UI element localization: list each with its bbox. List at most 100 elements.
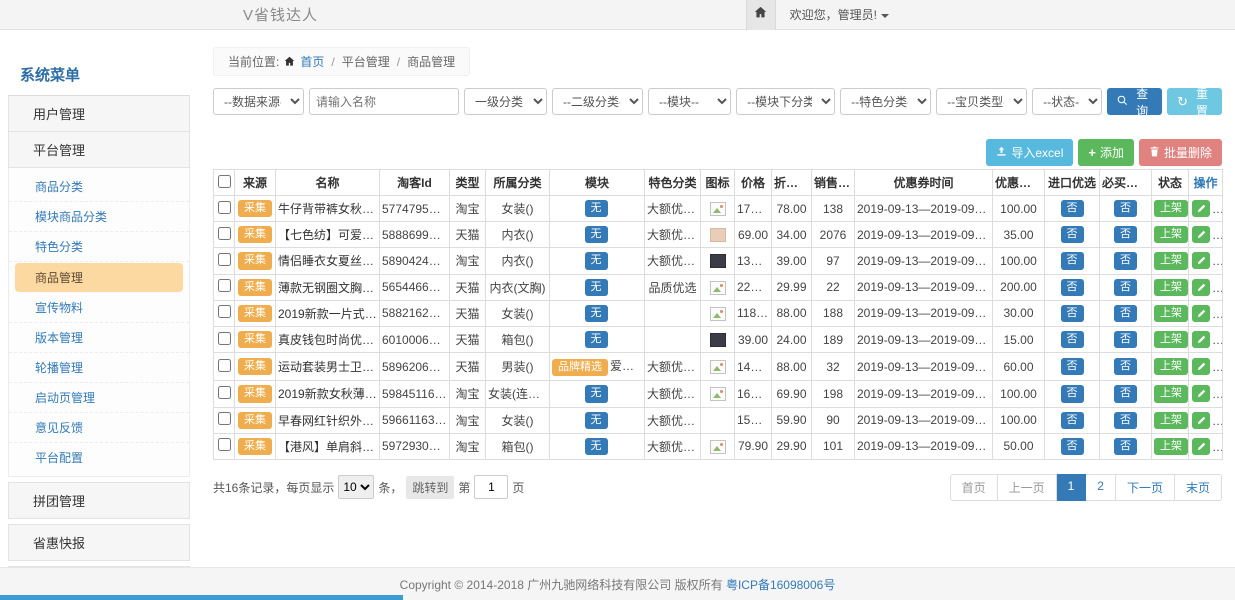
reset-button[interactable]: ↻重置 [1167, 88, 1222, 115]
select-all-checkbox[interactable] [218, 175, 231, 188]
mustbuy-toggle[interactable]: 否 [1114, 305, 1137, 322]
coupon-time: 2019-09-13—2019-09-15 [855, 353, 993, 381]
row-checkbox[interactable] [218, 438, 231, 451]
page-prev[interactable]: 上一页 [998, 474, 1057, 501]
edit-button[interactable] [1192, 385, 1210, 402]
status-select[interactable]: --状态-- [1032, 88, 1102, 115]
page-next[interactable]: 下一页 [1116, 474, 1175, 501]
edit-button[interactable] [1192, 331, 1210, 348]
filter-bar: --数据来源-- 一级分类 --二级分类-- --模块-- --模块下分类-- … [213, 88, 1222, 115]
item-type-select[interactable]: --宝贝类型-- [936, 88, 1027, 115]
import-toggle[interactable]: 否 [1061, 412, 1084, 429]
special-category-select[interactable]: --特色分类-- [840, 88, 931, 115]
module-cell: 无 [550, 274, 645, 300]
sidebar-item-product-management[interactable]: 商品管理 [15, 263, 183, 292]
home-button[interactable] [746, 0, 776, 30]
sidebar-item-module-product-category[interactable]: 模块商品分类 [9, 202, 189, 232]
edit-button[interactable] [1192, 226, 1210, 243]
module-sub-select[interactable]: --模块下分类-- [736, 88, 835, 115]
sidebar-item-platform-config[interactable]: 平台配置 [9, 443, 189, 472]
sidebar-item-platform[interactable]: 平台管理 [8, 132, 190, 168]
import-toggle[interactable]: 否 [1061, 200, 1084, 217]
sales-count: 101 [812, 433, 855, 459]
row-checkbox[interactable] [218, 253, 231, 266]
mustbuy-toggle[interactable]: 否 [1114, 200, 1137, 217]
status-badge[interactable]: 上架 [1154, 412, 1188, 429]
sidebar-item-product-category[interactable]: 商品分类 [9, 172, 189, 202]
edit-button[interactable] [1192, 252, 1210, 269]
mustbuy-toggle[interactable]: 否 [1114, 385, 1137, 402]
import-toggle[interactable]: 否 [1061, 358, 1084, 375]
mustbuy-toggle[interactable]: 否 [1114, 252, 1137, 269]
page-1[interactable]: 1 [1057, 474, 1087, 501]
edit-button[interactable] [1192, 358, 1210, 375]
row-checkbox[interactable] [218, 201, 231, 214]
add-button[interactable]: +添加 [1078, 139, 1134, 166]
category2-select[interactable]: --二级分类-- [552, 88, 643, 115]
sidebar-item-carousel[interactable]: 轮播管理 [9, 353, 189, 383]
edit-button[interactable] [1192, 305, 1210, 322]
edit-button[interactable] [1192, 438, 1210, 455]
status-badge[interactable]: 上架 [1154, 279, 1188, 296]
mustbuy-toggle[interactable]: 否 [1114, 331, 1137, 348]
jump-prefix: 第 [458, 479, 470, 496]
batch-delete-button[interactable]: 批量删除 [1139, 139, 1222, 166]
sidebar-item-special-category[interactable]: 特色分类 [9, 232, 189, 262]
icp-link[interactable]: 粤ICP备16098006号 [726, 576, 835, 593]
import-excel-button[interactable]: 导入excel [986, 139, 1073, 166]
edit-button[interactable] [1192, 279, 1210, 296]
name-search-input[interactable] [309, 88, 459, 115]
import-toggle[interactable]: 否 [1061, 385, 1084, 402]
row-checkbox[interactable] [218, 412, 231, 425]
module-select[interactable]: --模块-- [648, 88, 731, 115]
row-checkbox[interactable] [218, 227, 231, 240]
special-category: 品质优选 [645, 274, 701, 300]
import-toggle[interactable]: 否 [1061, 226, 1084, 243]
mustbuy-toggle[interactable]: 否 [1114, 226, 1137, 243]
horizontal-scrollbar[interactable] [0, 595, 403, 600]
data-source-select[interactable]: --数据来源-- [213, 88, 304, 115]
status-badge[interactable]: 上架 [1154, 385, 1188, 402]
status-badge[interactable]: 上架 [1154, 226, 1188, 243]
product-name: 2019新款女秋薄款... [276, 381, 380, 407]
page-first[interactable]: 首页 [950, 474, 998, 501]
import-toggle[interactable]: 否 [1061, 252, 1084, 269]
import-toggle[interactable]: 否 [1061, 279, 1084, 296]
page-size-select[interactable]: 10 [338, 475, 374, 499]
import-toggle[interactable]: 否 [1061, 305, 1084, 322]
sidebar-item-version[interactable]: 版本管理 [9, 323, 189, 353]
sidebar-item-users[interactable]: 用户管理 [8, 96, 190, 132]
edit-button[interactable] [1192, 412, 1210, 429]
mustbuy-toggle[interactable]: 否 [1114, 412, 1137, 429]
status-badge[interactable]: 上架 [1154, 200, 1188, 217]
sidebar-item-feedback[interactable]: 意见反馈 [9, 413, 189, 443]
category1-select[interactable]: 一级分类 [464, 88, 547, 115]
mustbuy-toggle[interactable]: 否 [1114, 438, 1137, 455]
page-last[interactable]: 末页 [1175, 474, 1222, 501]
status-badge[interactable]: 上架 [1154, 358, 1188, 375]
row-checkbox[interactable] [218, 332, 231, 345]
sidebar-item-groupbuy[interactable]: 拼团管理 [8, 482, 190, 519]
status-badge[interactable]: 上架 [1154, 252, 1188, 269]
edit-button[interactable] [1192, 200, 1210, 217]
sidebar-item-express[interactable]: 省惠快报 [8, 524, 190, 561]
query-button[interactable]: 查询 [1107, 88, 1162, 115]
row-checkbox[interactable] [218, 386, 231, 399]
mustbuy-toggle[interactable]: 否 [1114, 358, 1137, 375]
mustbuy-toggle[interactable]: 否 [1114, 279, 1137, 296]
row-checkbox[interactable] [218, 305, 231, 318]
page-2[interactable]: 2 [1086, 474, 1116, 501]
jump-page-input[interactable] [474, 475, 508, 499]
sidebar-item-promo-material[interactable]: 宣传物料 [9, 293, 189, 323]
row-checkbox[interactable] [218, 279, 231, 292]
row-checkbox[interactable] [218, 359, 231, 372]
import-toggle[interactable]: 否 [1061, 438, 1084, 455]
import-toggle[interactable]: 否 [1061, 331, 1084, 348]
breadcrumb-home-link[interactable]: 首页 [300, 53, 324, 70]
jump-button[interactable]: 跳转到 [406, 476, 454, 499]
status-badge[interactable]: 上架 [1154, 305, 1188, 322]
status-badge[interactable]: 上架 [1154, 331, 1188, 348]
status-badge[interactable]: 上架 [1154, 438, 1188, 455]
sidebar-item-splash[interactable]: 启动页管理 [9, 383, 189, 413]
user-menu[interactable]: 欢迎您，管理员! [790, 6, 889, 23]
